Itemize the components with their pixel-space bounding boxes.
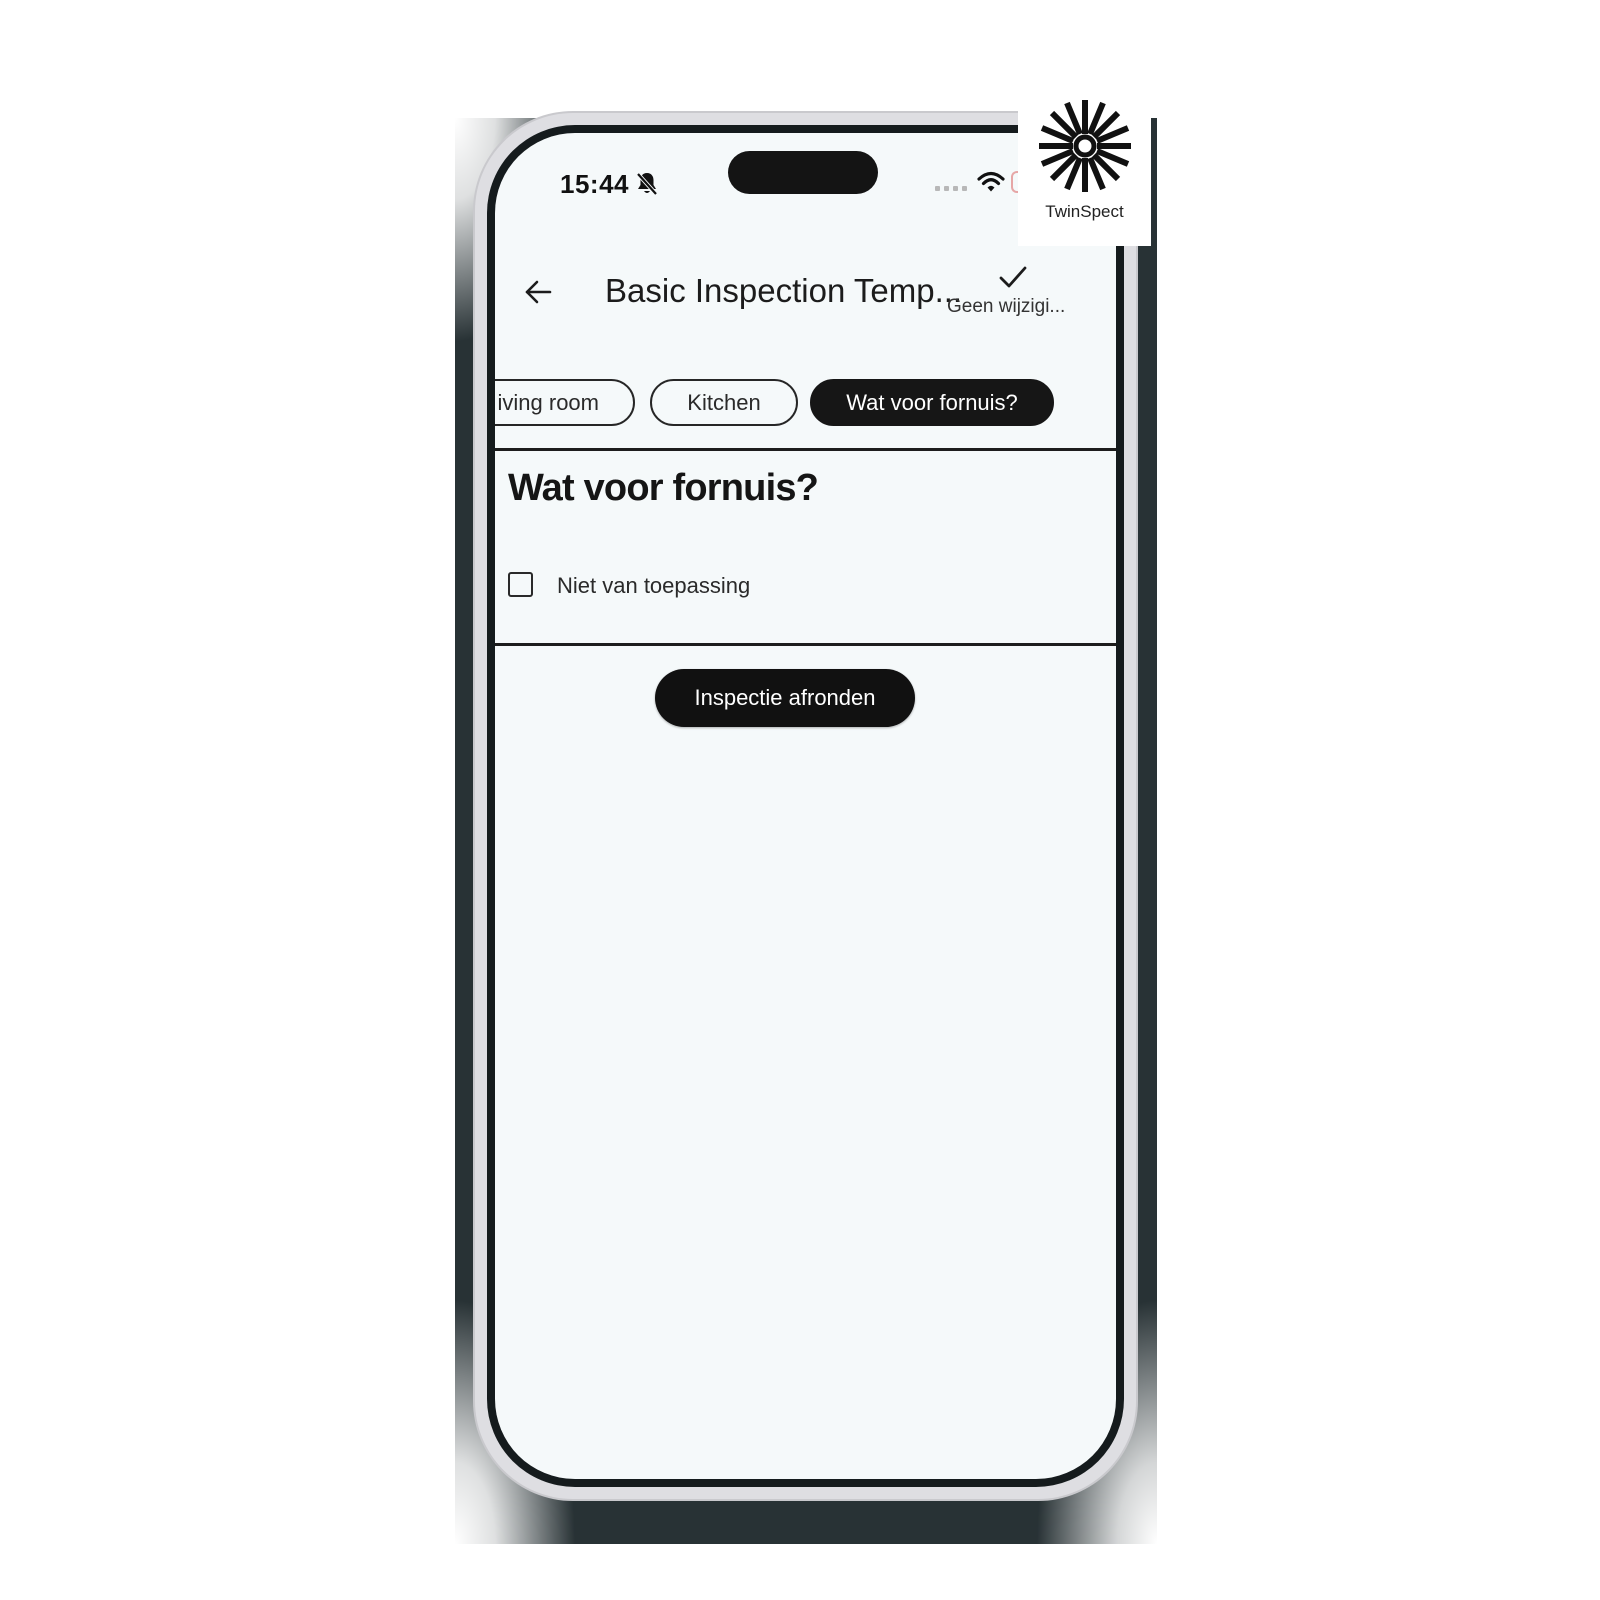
brand-name: TwinSpect: [1045, 202, 1124, 221]
bell-slash-icon: [636, 172, 658, 196]
brand-logo: TwinSpect: [1018, 86, 1151, 246]
check-icon: [999, 266, 1027, 288]
tab-wat-voor-fornuis[interactable]: Wat voor fornuis?: [810, 379, 1054, 426]
tab-kitchen[interactable]: Kitchen: [650, 379, 798, 426]
dynamic-island: [728, 151, 878, 194]
tab-label: Kitchen: [687, 389, 761, 415]
question-title: Wat voor fornuis?: [508, 467, 819, 509]
signal-icon: [935, 186, 967, 191]
button-label: Inspectie afronden: [694, 685, 876, 710]
tab-label: iving room: [497, 389, 599, 415]
wifi-icon: [977, 171, 1005, 192]
checkbox-label[interactable]: Niet van toepassing: [557, 573, 750, 599]
tab-living-room[interactable]: iving room: [495, 379, 635, 426]
phone-screen: 15:44 Basic Inspection Temp... Geen wijz…: [495, 133, 1116, 1479]
sunburst-logo-icon: [1039, 100, 1131, 192]
not-applicable-checkbox[interactable]: [508, 572, 533, 597]
page-title: Basic Inspection Temp...: [605, 272, 963, 309]
divider: [495, 448, 1116, 451]
divider: [495, 643, 1116, 646]
status-time: 15:44: [560, 169, 629, 199]
arrow-left-icon[interactable]: [523, 277, 553, 307]
save-status: Geen wijzigi...: [947, 296, 1066, 317]
finish-inspection-button[interactable]: Inspectie afronden: [655, 669, 915, 727]
tab-label: Wat voor fornuis?: [846, 389, 1018, 415]
stage: 15:44 Basic Inspection Temp... Geen wijz…: [0, 0, 1600, 1600]
